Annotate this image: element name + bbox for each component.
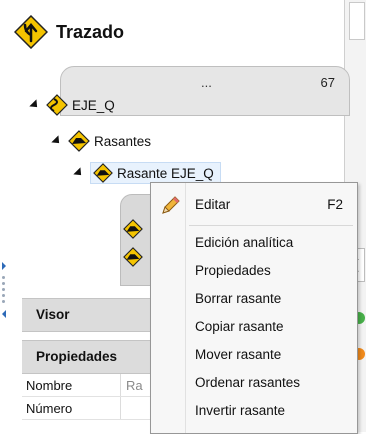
context-menu: Editar F2 Edición analítica Propiedades … <box>150 182 358 434</box>
scrollbar[interactable] <box>349 2 365 40</box>
menu-label: Borrar rasante <box>195 291 282 306</box>
grip-dot <box>2 300 5 303</box>
menu-label: Editar <box>195 197 231 212</box>
tree-item-axis[interactable]: EJE_Q <box>29 94 115 116</box>
profile-sign-icon <box>123 219 143 239</box>
tree-label-rasantes: Rasantes <box>94 133 152 149</box>
profile-sign-icon <box>93 163 113 183</box>
group-ellipsis[interactable]: ... <box>201 75 212 90</box>
menu-item-propiedades[interactable]: Propiedades <box>151 259 357 283</box>
property-value[interactable]: Ra <box>126 378 143 393</box>
collapse-left-icon[interactable] <box>2 310 6 318</box>
properties-label: Propiedades <box>36 349 118 364</box>
menu-item-borrar-rasante[interactable]: Borrar rasante <box>151 287 357 311</box>
expand-triangle-icon[interactable] <box>73 167 85 179</box>
menu-shortcut: F2 <box>327 197 343 212</box>
expand-triangle-icon[interactable] <box>29 99 41 111</box>
visor-label: Visor <box>36 307 70 322</box>
menu-item-mover-rasante[interactable]: Mover rasante <box>151 343 357 367</box>
menu-label: Copiar rasante <box>195 319 284 334</box>
menu-label: Ordenar rasantes <box>195 375 301 390</box>
menu-item-invertir-rasante[interactable]: Invertir rasante <box>151 399 357 423</box>
property-name: Número <box>26 401 73 416</box>
menu-item-copiar-rasante[interactable]: Copiar rasante <box>151 315 357 339</box>
grip-dot <box>2 276 5 279</box>
grip-dot <box>2 288 5 291</box>
selected-row[interactable]: Rasante EJE_Q <box>90 162 221 184</box>
tree-label-axis: EJE_Q <box>72 97 115 113</box>
axis-curve-sign-icon <box>46 94 68 116</box>
pencil-icon <box>162 196 180 214</box>
expand-right-icon[interactable] <box>2 262 6 270</box>
menu-label: Mover rasante <box>195 347 282 362</box>
grip-dot <box>2 294 5 297</box>
expand-triangle-icon[interactable] <box>51 135 63 147</box>
profile-sign-icon <box>123 247 143 267</box>
group-count: 67 <box>320 75 335 90</box>
road-merge-sign-icon <box>14 15 48 49</box>
splitter-handle[interactable] <box>0 262 8 320</box>
menu-label: Propiedades <box>195 263 271 278</box>
menu-separator <box>189 225 353 226</box>
menu-label: Invertir rasante <box>195 403 286 418</box>
column-divider <box>120 374 121 396</box>
tree-label-rasante: Rasante EJE_Q <box>117 165 214 181</box>
grip-dot <box>2 282 5 285</box>
tree-item-rasantes[interactable]: Rasantes <box>51 130 152 152</box>
column-divider <box>120 397 121 419</box>
menu-item-edicion-analitica[interactable]: Edición analítica <box>151 231 357 255</box>
panel-header: Trazado <box>14 12 124 52</box>
tree-item-rasante[interactable]: Rasante EJE_Q <box>73 162 221 184</box>
property-name: Nombre <box>26 378 73 393</box>
menu-item-editar[interactable]: Editar F2 <box>151 193 357 217</box>
panel-title: Trazado <box>56 21 125 42</box>
profile-sign-icon <box>68 130 90 152</box>
menu-item-ordenar-rasantes[interactable]: Ordenar rasantes <box>151 371 357 395</box>
menu-label: Edición analítica <box>195 235 294 250</box>
